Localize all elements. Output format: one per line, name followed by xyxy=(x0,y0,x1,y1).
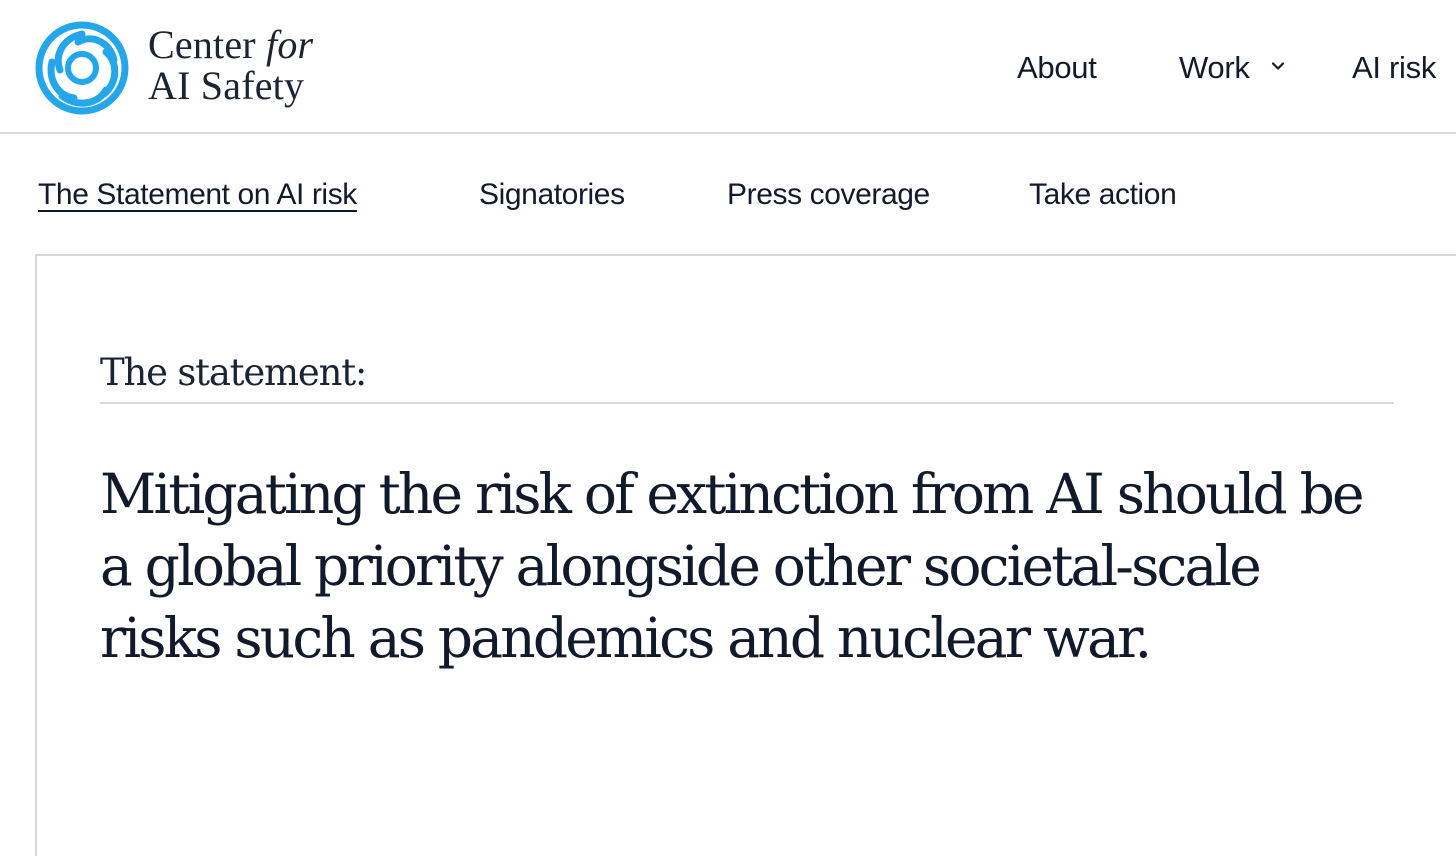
statement-line-1: Mitigating the risk of extinction from A… xyxy=(100,462,1365,526)
site-logo[interactable] xyxy=(34,20,130,116)
site-header: Center for AI Safety About Work AI risk xyxy=(0,0,1456,134)
label-divider xyxy=(100,402,1394,404)
brand-line-1: Center for xyxy=(148,24,313,65)
nav-work[interactable]: Work xyxy=(1179,49,1250,87)
statement-line-2: a global priority alongside other societ… xyxy=(100,534,1262,598)
statement-text: Mitigating the risk of extinction from A… xyxy=(100,458,1400,674)
brand-word-for: for xyxy=(266,22,314,67)
subnav-press-coverage[interactable]: Press coverage xyxy=(727,176,930,214)
subnav-take-action[interactable]: Take action xyxy=(1029,176,1177,214)
cais-spiral-logo-icon xyxy=(35,21,129,115)
statement-line-3: risks such as pandemics and nuclear war. xyxy=(100,606,1152,670)
subnav-statement-on-ai-risk[interactable]: The Statement on AI risk xyxy=(38,176,357,214)
brand-name[interactable]: Center for AI Safety xyxy=(148,24,313,106)
brand-line-2: AI Safety xyxy=(148,63,305,108)
brand-word-center: Center xyxy=(148,22,256,67)
statement-label: The statement: xyxy=(100,351,367,394)
nav-about[interactable]: About xyxy=(1017,49,1097,87)
subnav-signatories[interactable]: Signatories xyxy=(479,176,625,214)
nav-ai-risk[interactable]: AI risk xyxy=(1352,49,1436,87)
chevron-down-icon[interactable] xyxy=(1270,58,1286,74)
